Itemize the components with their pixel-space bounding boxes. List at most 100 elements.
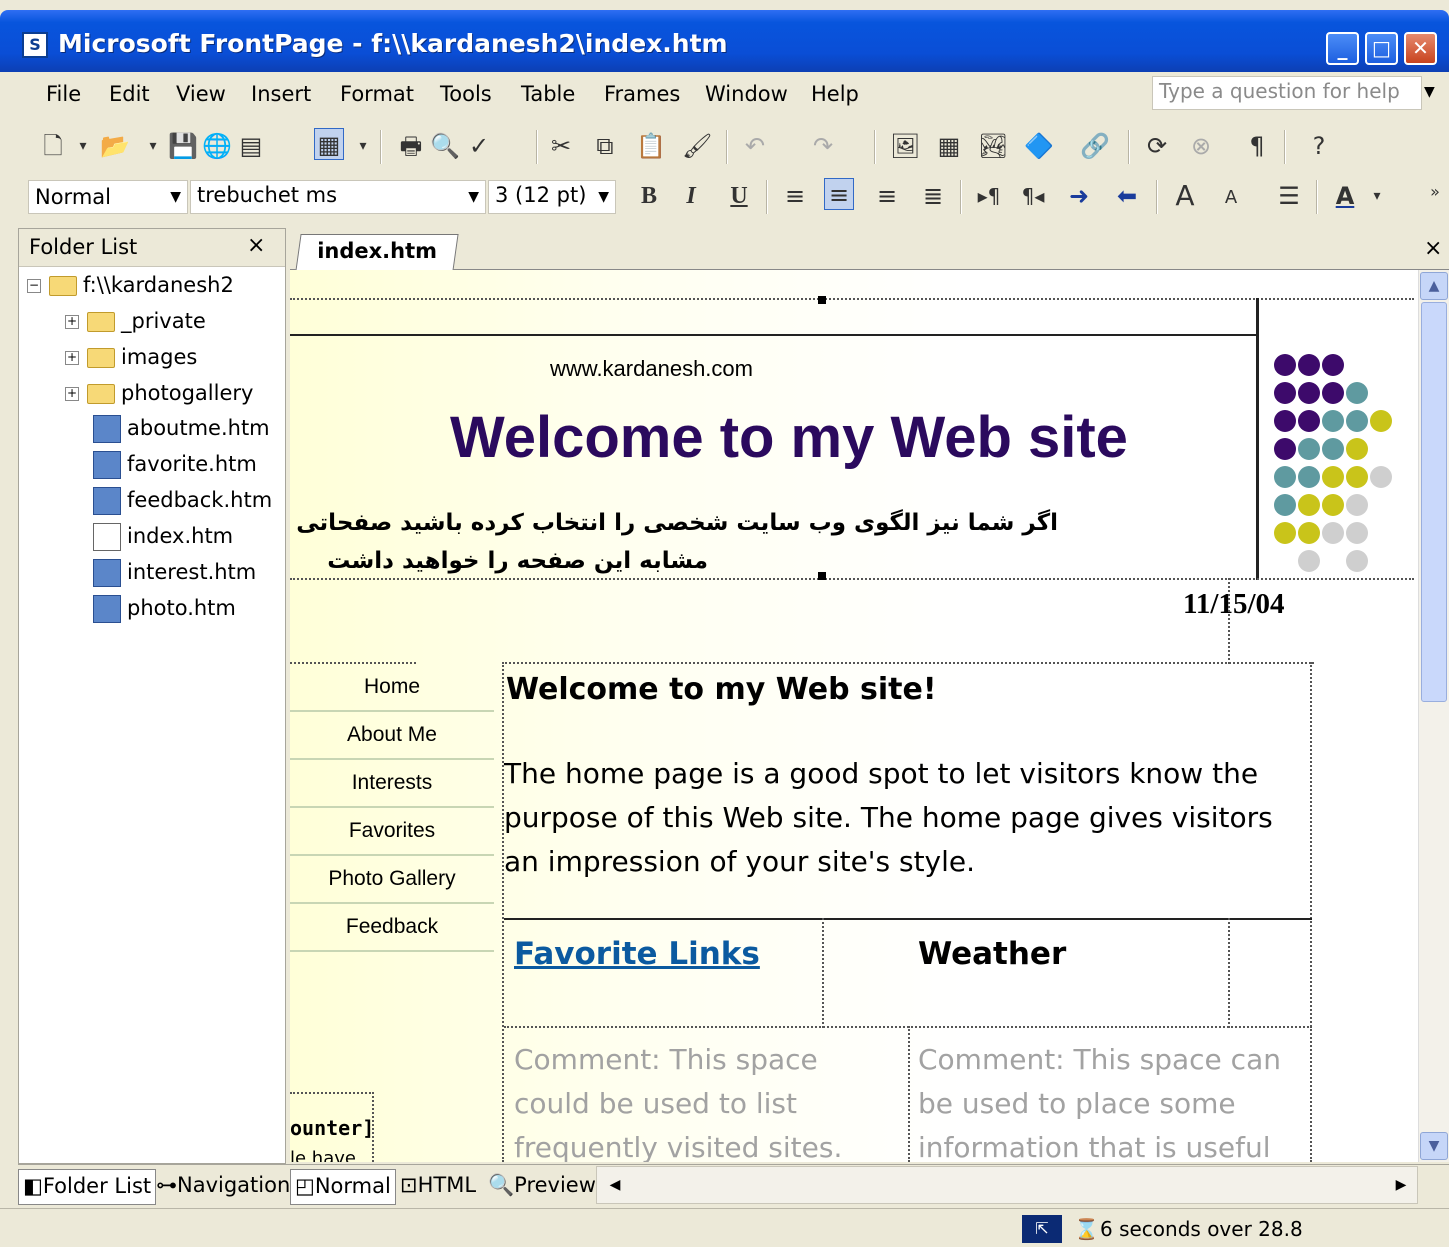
expand-icon[interactable]: +: [65, 387, 79, 401]
tree-item-images[interactable]: + images: [65, 345, 197, 369]
help-question-input[interactable]: Type a question for help: [1152, 76, 1422, 110]
format-painter-icon[interactable]: 🖌: [682, 130, 712, 162]
web-component-icon[interactable]: 🖼: [890, 130, 920, 162]
style-dropdown-icon[interactable]: ▼: [170, 189, 181, 205]
align-left-icon[interactable]: ≡: [780, 180, 810, 212]
tree-item-index[interactable]: index.htm: [93, 523, 233, 551]
tree-item-private[interactable]: + _private: [65, 309, 206, 333]
hit-counter[interactable]: ounter]: [290, 1116, 374, 1140]
favorite-links-link[interactable]: Favorite Links: [514, 936, 760, 972]
preview-view-tab[interactable]: 🔍Preview: [484, 1169, 600, 1205]
refresh-icon[interactable]: ⟳: [1142, 130, 1172, 162]
nav-favorites[interactable]: Favorites: [290, 808, 494, 856]
font-dropdown-icon[interactable]: ▼: [468, 189, 479, 205]
align-center-icon[interactable]: ≡: [824, 178, 854, 210]
folder-list-close-icon[interactable]: ×: [247, 233, 265, 258]
open-icon[interactable]: 📂: [100, 130, 130, 162]
menu-table[interactable]: Table: [521, 82, 575, 106]
views-dropdown-icon[interactable]: ▾: [348, 130, 378, 162]
menu-frames[interactable]: Frames: [604, 82, 680, 106]
increase-font-size-icon[interactable]: A: [1170, 180, 1200, 212]
tree-item-favorite[interactable]: favorite.htm: [93, 451, 257, 479]
ltr-direction-icon[interactable]: ▸¶: [974, 180, 1004, 212]
save-icon[interactable]: 💾: [168, 130, 198, 162]
font-color-icon[interactable]: A: [1330, 180, 1360, 212]
nav-about-me[interactable]: About Me: [290, 712, 494, 760]
minimize-button[interactable]: _: [1326, 32, 1359, 65]
decrease-indent-icon[interactable]: ⬅: [1112, 180, 1142, 212]
vertical-scrollbar[interactable]: ▲ ▼: [1418, 270, 1449, 1162]
collapse-icon[interactable]: −: [27, 279, 41, 293]
toggle-pane-icon[interactable]: ▤: [236, 130, 266, 162]
folder-list-view-tab[interactable]: ◧Folder List: [18, 1169, 157, 1205]
maximize-button[interactable]: □: [1365, 32, 1398, 65]
tree-item-interest[interactable]: interest.htm: [93, 559, 256, 587]
horizontal-scrollbar[interactable]: ◀ ▶: [596, 1166, 1418, 1204]
hyperlink-icon[interactable]: 🔗: [1080, 130, 1110, 162]
frontpage-app-icon[interactable]: S: [22, 32, 48, 58]
navigation-view-tab[interactable]: ⊶Navigation: [152, 1169, 294, 1205]
print-icon[interactable]: 🖶: [396, 130, 426, 162]
resize-handle[interactable]: [818, 572, 826, 580]
folder-list-toggle-icon[interactable]: ▦: [314, 128, 344, 160]
font-color-dropdown-icon[interactable]: ▾: [1362, 180, 1392, 212]
align-right-icon[interactable]: ≡: [872, 180, 902, 212]
bold-button[interactable]: B: [634, 180, 664, 212]
close-button[interactable]: ✕: [1404, 32, 1437, 65]
drawing-icon[interactable]: 🔷: [1024, 130, 1054, 162]
copy-icon[interactable]: ⧉: [590, 130, 620, 162]
help-dropdown-arrow-icon[interactable]: ▼: [1424, 84, 1435, 100]
font-size-select[interactable]: 3 (12 pt) ▼: [488, 180, 616, 214]
tree-item-feedback[interactable]: feedback.htm: [93, 487, 272, 515]
insert-picture-icon[interactable]: 🏞: [978, 130, 1008, 162]
menu-window[interactable]: Window: [705, 82, 788, 106]
decrease-font-size-icon[interactable]: A: [1216, 182, 1246, 214]
rtl-direction-icon[interactable]: ¶◂: [1018, 180, 1048, 212]
scroll-up-icon[interactable]: ▲: [1420, 272, 1448, 300]
scroll-right-icon[interactable]: ▶: [1387, 1171, 1415, 1199]
menu-format[interactable]: Format: [340, 82, 414, 106]
tree-root[interactable]: − f:\\kardanesh2: [27, 273, 234, 297]
stop-icon[interactable]: ⊗: [1186, 130, 1216, 162]
italic-button[interactable]: I: [676, 180, 706, 212]
insert-table-icon[interactable]: ▦: [934, 130, 964, 162]
nav-feedback[interactable]: Feedback: [290, 904, 494, 952]
scroll-down-icon[interactable]: ▼: [1420, 1132, 1448, 1160]
menu-tools[interactable]: Tools: [440, 82, 492, 106]
expand-icon[interactable]: +: [65, 351, 79, 365]
redo-icon[interactable]: ↷: [808, 130, 838, 162]
tree-item-photogallery[interactable]: + photogallery: [65, 381, 253, 405]
underline-button[interactable]: U: [724, 180, 754, 212]
scroll-thumb[interactable]: [1421, 302, 1447, 702]
nav-home[interactable]: Home: [290, 664, 494, 712]
cut-icon[interactable]: ✂: [546, 130, 576, 162]
editor-close-icon[interactable]: ×: [1424, 236, 1442, 261]
toolbar-overflow-icon[interactable]: »: [1424, 176, 1446, 208]
paste-icon[interactable]: 📋: [636, 130, 666, 162]
menu-file[interactable]: File: [46, 82, 81, 106]
new-page-icon[interactable]: 🗋: [38, 130, 68, 162]
undo-icon[interactable]: ↶: [740, 130, 770, 162]
normal-view-tab[interactable]: ◰Normal: [290, 1169, 396, 1205]
preview-in-browser-icon[interactable]: 🔍: [430, 130, 460, 162]
font-size-dropdown-icon[interactable]: ▼: [598, 189, 609, 205]
menu-insert[interactable]: Insert: [251, 82, 311, 106]
page-canvas[interactable]: www.kardanesh.com Welcome to my Web site…: [290, 270, 1418, 1162]
spelling-icon[interactable]: ✓: [464, 130, 494, 162]
font-select[interactable]: trebuchet ms ▼: [190, 180, 486, 214]
menu-view[interactable]: View: [176, 82, 226, 106]
style-select[interactable]: Normal ▼: [28, 180, 188, 214]
increase-indent-icon[interactable]: ➜: [1064, 180, 1094, 212]
numbering-icon[interactable]: ☰: [1274, 180, 1304, 212]
nav-photo-gallery[interactable]: Photo Gallery: [290, 856, 494, 904]
tab-index-htm[interactable]: index.htm: [295, 234, 459, 271]
justify-icon[interactable]: ≣: [918, 180, 948, 212]
menu-help[interactable]: Help: [811, 82, 859, 106]
html-view-tab[interactable]: ⊡HTML: [396, 1169, 480, 1205]
new-dropdown-icon[interactable]: ▾: [68, 130, 98, 162]
nav-interests[interactable]: Interests: [290, 760, 494, 808]
open-dropdown-icon[interactable]: ▾: [138, 130, 168, 162]
expand-icon[interactable]: +: [65, 315, 79, 329]
scroll-left-icon[interactable]: ◀: [601, 1171, 629, 1199]
tree-item-aboutme[interactable]: aboutme.htm: [93, 415, 270, 443]
